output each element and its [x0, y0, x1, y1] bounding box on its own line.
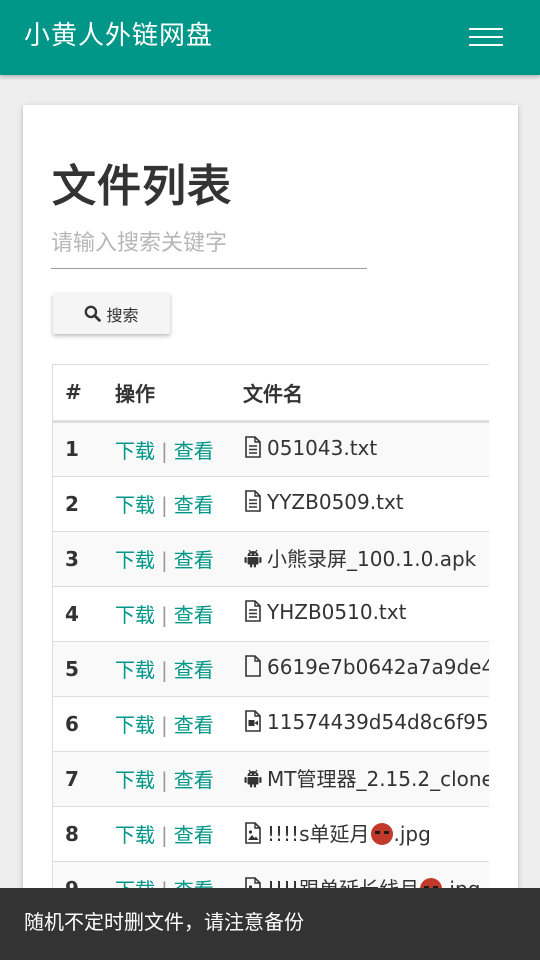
view-link[interactable]: 查看: [174, 768, 214, 792]
text-file-icon: [243, 490, 263, 517]
hamburger-icon[interactable]: [466, 22, 506, 52]
menu-line: [469, 44, 503, 46]
action-separator: |: [161, 603, 168, 627]
file-name-cell: 051043.txt: [243, 421, 489, 476]
view-link[interactable]: 查看: [174, 603, 214, 627]
action-separator: |: [161, 548, 168, 572]
row-actions: 下载|查看: [115, 421, 243, 476]
table-row: 6 下载|查看 11574439d54d8c6f9584: [53, 696, 489, 751]
file-name-ext: .jpg: [393, 822, 431, 846]
row-number: 5: [65, 656, 79, 681]
table-header-row: # 操作 文件名: [53, 365, 489, 423]
view-link[interactable]: 查看: [174, 548, 214, 572]
search-button-label: 搜索: [106, 305, 139, 325]
file-name[interactable]: 11574439d54d8c6f9584: [267, 710, 489, 734]
file-name[interactable]: !!!!s单延月 .jpg: [267, 822, 431, 846]
download-link[interactable]: 下载: [115, 823, 155, 847]
view-link[interactable]: 查看: [174, 658, 214, 682]
view-link[interactable]: 查看: [174, 713, 214, 737]
file-name-cell: 6619e7b0642a7a9de49: [243, 641, 489, 696]
row-actions: 下载|查看: [115, 586, 243, 641]
text-file-icon: [243, 435, 263, 463]
file-name[interactable]: 小熊录屏_100.1.0.apk: [267, 547, 476, 571]
download-link[interactable]: 下载: [115, 658, 155, 682]
app-bar: 小黄人外链网盘: [0, 0, 540, 75]
table-row: 5 下载 | 查看 6619e7b0642a7a9de49: [53, 641, 489, 696]
table-row: 4 下载 | 查看 YHZB0510.txt: [53, 586, 489, 641]
table-row: 1 下载 | 查看 051043.txt: [53, 421, 489, 476]
row-number: 8: [65, 821, 79, 846]
table-row: 8 下载 | 查看 !!!!s单延月 .jpg: [53, 806, 489, 861]
row-actions: 下载|查看: [115, 531, 243, 586]
row-number: 4: [65, 601, 79, 626]
file-name-cell: !!!!s单延月 .jpg: [243, 806, 489, 861]
row-number: 3: [65, 546, 79, 571]
devil-emoji: [370, 823, 393, 845]
search-input[interactable]: [51, 219, 367, 269]
download-link[interactable]: 下载: [115, 493, 155, 517]
view-link[interactable]: 查看: [174, 823, 214, 847]
snackbar-notice: 随机不定时删文件，请注意备份: [0, 888, 540, 960]
brand-title[interactable]: 小黄人外链网盘: [24, 0, 213, 75]
action-separator: |: [161, 493, 168, 517]
file-name[interactable]: 051043.txt: [267, 436, 377, 460]
android-icon: [243, 547, 263, 574]
row-actions: 下载|查看: [115, 751, 243, 806]
file-name[interactable]: 6619e7b0642a7a9de49: [267, 655, 489, 679]
row-number: 1: [65, 437, 79, 461]
view-link[interactable]: 查看: [174, 493, 214, 517]
search-icon: [85, 305, 102, 322]
text-file-icon: [243, 600, 263, 627]
menu-line: [469, 28, 503, 30]
row-actions: 下载|查看: [115, 476, 243, 531]
file-list-card: 文件列表 搜索 # 操作 文件名 1下载|查看051043.txt2下载|查看Y…: [23, 105, 518, 960]
android-icon: [243, 767, 263, 794]
header-name: 文件名: [243, 365, 489, 423]
download-link[interactable]: 下载: [115, 603, 155, 627]
action-separator: |: [161, 768, 168, 792]
file-name[interactable]: MT管理器_2.15.2_clone: [267, 767, 489, 791]
row-actions: 下载|查看: [115, 641, 243, 696]
file-name[interactable]: YYZB0509.txt: [267, 490, 404, 514]
file-icon: [243, 655, 263, 682]
download-link[interactable]: 下载: [115, 768, 155, 792]
file-name-part: !!!!s单延月: [267, 822, 370, 846]
download-link[interactable]: 下载: [115, 548, 155, 572]
header-num: #: [53, 365, 115, 423]
file-name-cell: YHZB0510.txt: [243, 586, 489, 641]
row-number: 7: [65, 766, 79, 791]
table-row: 3 下载 | 查看 小熊录屏_100.1.0.apk: [53, 531, 489, 586]
file-table: # 操作 文件名 1 下载 | 查看 051043.txt 2 下载 | 查看 YYZB0509.…: [53, 365, 489, 917]
download-link[interactable]: 下载: [115, 713, 155, 737]
file-name-cell: YYZB0509.txt: [243, 476, 489, 531]
action-separator: |: [161, 658, 168, 682]
menu-line: [469, 36, 503, 38]
file-name-cell: 小熊录屏_100.1.0.apk: [243, 531, 489, 586]
search-button[interactable]: 搜索: [53, 293, 170, 334]
video-file-icon: [243, 710, 263, 737]
image-file-icon: [243, 822, 263, 849]
row-actions: 下载|查看: [115, 806, 243, 861]
row-actions: 下载|查看: [115, 696, 243, 751]
download-link[interactable]: 下载: [115, 439, 155, 463]
file-name-cell: MT管理器_2.15.2_clone: [243, 751, 489, 806]
action-separator: |: [161, 713, 168, 737]
file-table-container: # 操作 文件名 1 下载 | 查看 051043.txt 2 下载 | 查看 YYZB0509.…: [52, 364, 489, 960]
table-row: 2 下载 | 查看 YYZB0509.txt: [53, 476, 489, 531]
file-name-cell: 11574439d54d8c6f9584: [243, 696, 489, 751]
page-title: 文件列表: [52, 161, 232, 212]
row-number: 2: [65, 491, 79, 516]
row-number: 6: [65, 711, 79, 736]
file-name[interactable]: YHZB0510.txt: [267, 600, 406, 624]
table-row: 7 下载 | 查看 MT管理器_2.15.2_clone: [53, 751, 489, 806]
view-link[interactable]: 查看: [174, 439, 214, 463]
action-separator: |: [161, 438, 168, 463]
action-separator: |: [161, 823, 168, 847]
header-ops: 操作: [115, 365, 243, 423]
